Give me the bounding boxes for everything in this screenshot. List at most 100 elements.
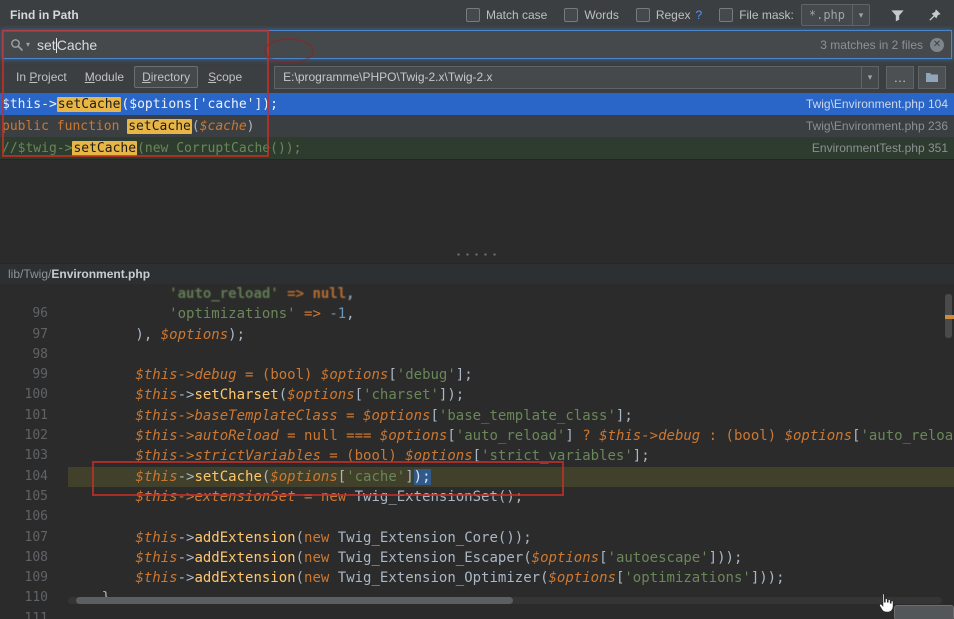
search-input[interactable]: ▾ setCache 3 matches in 2 files ✕ <box>2 30 952 59</box>
line-code: 'optimizations' => -1, <box>68 304 954 324</box>
scope-tab-in-project[interactable]: In Project <box>8 66 75 88</box>
horizontal-scrollbar-thumb[interactable] <box>76 597 513 604</box>
scope-tab-directory[interactable]: Directory <box>134 66 198 88</box>
line-code: $this->setCache($options['cache']); <box>68 467 954 487</box>
line-number: 104 <box>0 467 48 487</box>
file-mask-label: File mask: <box>739 8 794 22</box>
line-code: $this->strictVariables = (bool) $options… <box>68 446 954 466</box>
line-number: 103 <box>0 446 48 466</box>
code-line[interactable]: 111 <box>0 609 954 619</box>
breadcrumb-path[interactable]: lib/Twig/ <box>8 267 51 281</box>
result-code: $this->setCache($options['cache']); <box>2 97 278 112</box>
line-code <box>68 345 954 365</box>
code-line[interactable]: 96 'optimizations' => -1, <box>0 304 954 324</box>
breadcrumb[interactable]: lib/Twig/Environment.php <box>0 263 954 284</box>
regex-checkbox[interactable]: Regex <box>636 8 691 22</box>
checkbox-icon[interactable] <box>636 8 650 22</box>
code-line[interactable]: 99 $this->debug = (bool) $options['debug… <box>0 365 954 385</box>
line-number: 96 <box>0 304 48 324</box>
corner-widget[interactable] <box>894 605 954 619</box>
splitter-grip[interactable] <box>454 253 500 256</box>
pin-icon[interactable] <box>924 5 944 25</box>
line-number <box>0 284 48 304</box>
result-row[interactable]: public function setCache($cache)Twig\Env… <box>0 115 954 137</box>
search-query[interactable]: setCache <box>37 37 97 53</box>
filter-icon[interactable] <box>887 5 907 25</box>
line-code: $this->addExtension(new Twig_Extension_C… <box>68 528 954 548</box>
line-code: 'auto_reload' => null, <box>68 284 954 304</box>
file-mask-checkbox[interactable]: File mask: <box>719 8 794 22</box>
code-line[interactable]: 105 $this->extensionSet = new Twig_Exten… <box>0 487 954 507</box>
scope-tabs: In ProjectModuleDirectoryScope <box>8 66 252 88</box>
code-line[interactable]: 109 $this->addExtension(new Twig_Extensi… <box>0 568 954 588</box>
code-line[interactable]: 103 $this->strictVariables = (bool) $opt… <box>0 446 954 466</box>
match-case-checkbox[interactable]: Match case <box>466 8 547 22</box>
search-history-icon[interactable]: ▾ <box>26 40 30 49</box>
chevron-down-icon[interactable]: ▾ <box>852 5 869 25</box>
dialog-title: Find in Path <box>10 8 79 22</box>
file-mask-combobox[interactable]: *.php ▾ <box>801 4 870 26</box>
code-line[interactable]: 'auto_reload' => null, <box>0 284 954 304</box>
code-line[interactable]: 102 $this->autoReload = null === $option… <box>0 426 954 446</box>
match-count-label: 3 matches in 2 files <box>820 38 923 52</box>
code-line[interactable]: 98 <box>0 345 954 365</box>
result-code: //$twig->setCache(new CorruptCache()); <box>2 141 301 156</box>
clear-search-icon[interactable]: ✕ <box>930 38 944 52</box>
result-location: EnvironmentTest.php 351 <box>812 141 948 155</box>
find-in-path-dialog: Find in Path Match case Words Regex ? Fi… <box>0 0 954 93</box>
dialog-header: Find in Path Match case Words Regex ? Fi… <box>0 0 954 30</box>
result-code: public function setCache($cache) <box>2 119 254 134</box>
editor[interactable]: 'auto_reload' => null,96 'optimizations'… <box>0 284 954 619</box>
query-text: Cache <box>57 37 97 53</box>
query-text: set <box>37 37 56 53</box>
line-number: 105 <box>0 487 48 507</box>
line-number: 107 <box>0 528 48 548</box>
code-line[interactable]: 101 $this->baseTemplateClass = $options[… <box>0 406 954 426</box>
checkbox-icon[interactable] <box>719 8 733 22</box>
regex-help-icon[interactable]: ? <box>696 8 703 22</box>
search-results: $this->setCache($options['cache']);Twig\… <box>0 93 954 160</box>
mouse-cursor-hand-icon <box>874 592 896 614</box>
scope-tab-scope[interactable]: Scope <box>200 66 250 88</box>
line-number: 110 <box>0 588 48 608</box>
file-mask-value: *.php <box>802 8 852 22</box>
scope-tab-module[interactable]: Module <box>77 66 132 88</box>
chevron-down-icon[interactable]: ▾ <box>861 67 878 88</box>
line-number: 97 <box>0 325 48 345</box>
line-code <box>68 609 954 619</box>
line-code: $this->addExtension(new Twig_Extension_O… <box>68 568 954 588</box>
scope-row: In ProjectModuleDirectoryScope E:\progra… <box>0 61 954 93</box>
words-checkbox[interactable]: Words <box>564 8 618 22</box>
code-line[interactable]: 97 ), $options); <box>0 325 954 345</box>
line-number: 98 <box>0 345 48 365</box>
code-line[interactable]: 100 $this->setCharset($options['charset'… <box>0 385 954 405</box>
line-code: $this->baseTemplateClass = $options['bas… <box>68 406 954 426</box>
code-line[interactable]: 107 $this->addExtension(new Twig_Extensi… <box>0 528 954 548</box>
result-row[interactable]: //$twig->setCache(new CorruptCache()); En… <box>0 137 954 159</box>
line-number: 102 <box>0 426 48 446</box>
line-code: $this->setCharset($options['charset']); <box>68 385 954 405</box>
search-icon[interactable]: ▾ <box>10 38 30 52</box>
code-line[interactable]: 104 $this->setCache($options['cache']); <box>0 467 954 487</box>
result-row[interactable]: $this->setCache($options['cache']);Twig\… <box>0 93 954 115</box>
line-code: $this->addExtension(new Twig_Extension_E… <box>68 548 954 568</box>
line-number: 106 <box>0 507 48 527</box>
regex-label: Regex <box>656 8 691 22</box>
recent-directories-button[interactable] <box>918 66 946 89</box>
line-number: 108 <box>0 548 48 568</box>
breadcrumb-file[interactable]: Environment.php <box>51 267 150 281</box>
checkbox-icon[interactable] <box>564 8 578 22</box>
line-number: 100 <box>0 385 48 405</box>
find-in-path-window: Find in Path Match case Words Regex ? Fi… <box>0 0 954 619</box>
code-line[interactable]: 106 <box>0 507 954 527</box>
words-label: Words <box>584 8 618 22</box>
checkbox-icon[interactable] <box>466 8 480 22</box>
line-code <box>68 507 954 527</box>
browse-directory-button[interactable]: … <box>886 66 914 89</box>
directory-path-value: E:\programme\PHPO\Twig-2.x\Twig-2.x <box>275 70 861 84</box>
code-line[interactable]: 108 $this->addExtension(new Twig_Extensi… <box>0 548 954 568</box>
horizontal-scrollbar[interactable] <box>68 597 942 604</box>
line-number: 109 <box>0 568 48 588</box>
search-match-stripe-marker <box>945 315 954 319</box>
directory-path-combobox[interactable]: E:\programme\PHPO\Twig-2.x\Twig-2.x ▾ <box>274 66 879 89</box>
